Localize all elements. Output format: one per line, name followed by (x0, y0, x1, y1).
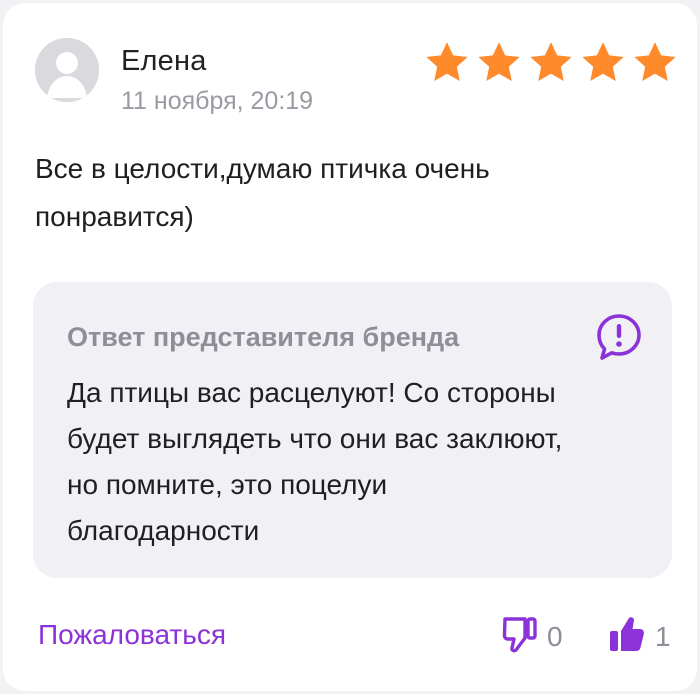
review-text-line: Все в целости,думаю птичка очень (35, 153, 490, 184)
star-icon (423, 39, 471, 87)
dislike-button[interactable]: 0 (501, 614, 563, 659)
star-icon (579, 39, 627, 87)
dislike-count: 0 (547, 620, 563, 652)
brand-reply-text: Да птицы вас расцелуют! Со стороны будет… (67, 370, 652, 554)
exclamation-bubble-icon[interactable] (596, 313, 642, 361)
brand-reply-title: Ответ представителя бренда (67, 322, 460, 352)
like-count: 1 (655, 620, 671, 652)
star-icon (527, 39, 575, 87)
star-icon (631, 39, 679, 87)
complain-link[interactable]: Пожаловаться (38, 619, 226, 651)
brand-reply: Ответ представителя бренда Да птицы вас … (33, 282, 672, 578)
review-date: 11 ноября, 20:19 (121, 87, 314, 115)
brand-reply-line: Да птицы вас расцелуют! Со стороны (67, 377, 556, 408)
thumbs-down-outline-icon (501, 614, 539, 659)
brand-reply-line: но помните, это поцелуи (67, 469, 388, 500)
review-card: Елена 11 ноября, 20:19 Все в целости,дум… (3, 3, 697, 691)
rating-stars (423, 39, 679, 87)
author-name: Елена (121, 45, 207, 77)
brand-reply-line: будет выглядеть что они вас заклюют, (67, 423, 563, 454)
review-text: Все в целости,думаю птичка очень понрави… (35, 145, 635, 241)
user-placeholder-icon (35, 38, 99, 102)
avatar (35, 38, 99, 102)
brand-reply-line: благодарности (67, 515, 260, 546)
like-button[interactable]: 1 (607, 614, 671, 659)
star-icon (475, 39, 523, 87)
review-text-line: понравится) (35, 201, 194, 232)
thumbs-up-filled-icon (607, 614, 647, 659)
